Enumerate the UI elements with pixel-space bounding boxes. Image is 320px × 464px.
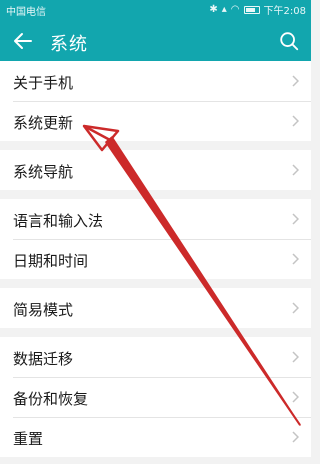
page-title: 系统 (50, 34, 88, 55)
settings-item-label: 关于手机 (13, 74, 74, 92)
settings-group: 数据迁移 备份和恢复 重置 (0, 337, 311, 457)
carrier-name: 中国电信 (6, 7, 46, 18)
chevron-right-icon (292, 213, 299, 225)
settings-item-data-migration[interactable]: 数据迁移 (0, 337, 311, 377)
settings-group: 简易模式 (0, 288, 311, 328)
back-arrow-icon[interactable] (11, 29, 35, 53)
chevron-right-icon (292, 391, 299, 403)
settings-group: 关于手机 系统更新 (0, 61, 311, 141)
status-icons: ✱ ▴ ◠ 下午2:08 (209, 2, 306, 18)
settings-item-label: 语言和输入法 (13, 212, 104, 230)
signal-icon: ▴ (221, 3, 227, 15)
settings-item-label: 备份和恢复 (13, 390, 89, 408)
chevron-right-icon (292, 351, 299, 363)
settings-group: 系统导航 (0, 150, 311, 190)
group-divider (0, 279, 311, 288)
chevron-right-icon (292, 302, 299, 314)
settings-list: 关于手机 系统更新 系统导航 语言和输入法 日期和时间 简易模式 数据迁移 备份… (0, 61, 311, 457)
chevron-right-icon (292, 164, 299, 176)
chevron-right-icon (292, 115, 299, 127)
settings-item-label: 日期和时间 (13, 252, 89, 270)
settings-item-date-time[interactable]: 日期和时间 (0, 239, 311, 279)
chevron-right-icon (292, 431, 299, 443)
group-divider (0, 190, 311, 199)
settings-item-about-phone[interactable]: 关于手机 (0, 61, 311, 101)
settings-item-system-update[interactable]: 系统更新 (0, 101, 311, 141)
settings-item-label: 系统更新 (13, 114, 74, 132)
chevron-right-icon (292, 253, 299, 265)
app-bar: 系统 (0, 26, 311, 58)
settings-item-language-input[interactable]: 语言和输入法 (0, 199, 311, 239)
clock: 下午2:08 (263, 6, 306, 17)
settings-item-label: 数据迁移 (13, 350, 74, 368)
group-divider (0, 141, 311, 150)
settings-item-backup-restore[interactable]: 备份和恢复 (0, 377, 311, 417)
settings-item-simple-mode[interactable]: 简易模式 (0, 288, 311, 328)
settings-item-label: 简易模式 (13, 301, 74, 319)
group-divider (0, 328, 311, 337)
chevron-right-icon (292, 75, 299, 87)
search-icon[interactable] (278, 30, 300, 52)
settings-item-label: 重置 (13, 430, 44, 448)
settings-group: 语言和输入法 日期和时间 (0, 199, 311, 279)
settings-item-label: 系统导航 (13, 163, 74, 181)
wifi-icon: ◠ (230, 3, 240, 15)
battery-icon (243, 5, 260, 14)
settings-item-reset[interactable]: 重置 (0, 417, 311, 457)
settings-item-system-navigation[interactable]: 系统导航 (0, 150, 311, 190)
status-bar: 中国电信 ✱ ▴ ◠ 下午2:08 (0, 0, 311, 19)
bluetooth-icon: ✱ (209, 3, 218, 15)
